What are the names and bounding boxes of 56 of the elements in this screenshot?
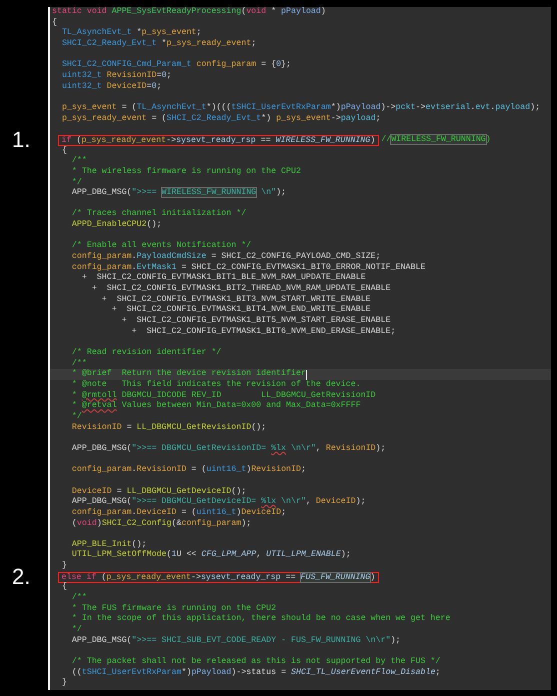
- code-line: * The FUS firmware is running on the CPU2: [70, 604, 276, 614]
- code-line: (void)SHCI_C2_Config(&config_param);: [70, 518, 252, 530]
- code-line: static void APPE_SysEvtReadyProcessing(void * pPayload): [52, 7, 326, 18]
- code-line: SHCI_C2_CONFIG_Cmd_Param_t config_param = {0};: [60, 60, 292, 71]
- code-line: + SHCI_C2_CONFIG_EVTMASK1_BIT1_BLE_NVM_RAM_UPDATE_ENABLE: [80, 273, 366, 284]
- code-line: TL_AsynchEvt_t *p_sys_event;: [60, 28, 202, 39]
- code-line: config_param.PayloadCmdSize = SHCI_C2_CONFIG_PAYLOAD_CMD_SIZE;: [70, 252, 381, 263]
- code-line: /**: [70, 593, 87, 604]
- code-line: uint32_t RevisionID=0;: [60, 70, 172, 82]
- code-line: * @brief Return the device revision identifier: [70, 369, 306, 380]
- code-line: */: [70, 178, 82, 188]
- code-line: APP_DBG_MSG(">>== DBGMCU_GetRevisionID= %lx \n\r", RevisionID);: [70, 444, 386, 455]
- text-cursor: [306, 370, 307, 380]
- callout-number: 2.: [12, 565, 30, 590]
- code-line: /* Traces channel initialization */: [70, 209, 246, 220]
- code-line: * @rmtoll DBGMCU_IDCODE REV_ID LL_DBGMCU_GetRevisionID: [70, 390, 376, 401]
- code-line: ((tSHCI_UserEvtRxParam*)pPayload)->status = SHCI_TL_UserEventFlow_Disable;: [70, 668, 440, 678]
- code-line: UTIL_LPM_SetOffMode(1U << CFG_LPM_APP, UTIL_LPM_ENABLE);: [70, 550, 351, 562]
- code-line: * In the scope of this application, there should be no case when we get here: [70, 614, 450, 625]
- code-line: * The wireless firmware is running on the CPU2: [70, 166, 301, 178]
- code-line: APP_DBG_MSG(">>== WIRELESS_FW_RUNNING \n");: [70, 188, 286, 199]
- code-line: }: [60, 678, 67, 690]
- code-line: */: [70, 412, 82, 423]
- code-line: + SHCI_C2_CONFIG_EVTMASK1_BIT5_NVM_START_ERASE_ENABLE: [120, 316, 391, 327]
- code-line: + SHCI_C2_CONFIG_EVTMASK1_BIT3_NVM_START_WRITE_ENABLE: [100, 294, 371, 306]
- code-line: * @retval Values between Min_Data=0x00 and Max_Data=0xFFFF: [70, 401, 361, 412]
- code-line: {: [60, 582, 67, 594]
- code-line: */: [70, 625, 82, 636]
- code-line: + SHCI_C2_CONFIG_EVTMASK1_BIT2_THREAD_NVM_RAM_UPDATE_ENABLE: [90, 284, 391, 295]
- code-line: config_param.EvtMask1 = SHCI_C2_CONFIG_EVTMASK1_BIT0_ERROR_NOTIF_ENABLE: [70, 262, 426, 274]
- callout-number: 1.: [12, 128, 30, 152]
- code-line: /* Read revision identifier */: [70, 348, 222, 359]
- code-line: /* Enable all events Notification */: [70, 241, 252, 252]
- code-line: uint32_t DeviceID=0;: [60, 82, 162, 92]
- code-line: APP_DBG_MSG(">>== SHCI_SUB_EVT_CODE_READY - FUS_FW_RUNNING \n\r");: [70, 636, 401, 646]
- code-line: APPD_EnableCPU2();: [70, 220, 162, 231]
- code-line: }: [60, 561, 67, 572]
- code-line: /**: [70, 156, 87, 167]
- annotation-box: else if (p_sys_ready_event->sysevt_ready_rsp == FUS_FW_RUNNING): [58, 572, 380, 583]
- code-line: p_sys_ready_event = (SHCI_C2_Ready_Evt_t*) p_sys_event->payload;: [60, 114, 381, 124]
- code-line: RevisionID = LL_DBGMCU_GetRevisionID();: [70, 422, 266, 434]
- code-line: + SHCI_C2_CONFIG_EVTMASK1_BIT6_NVM_END_ERASE_ENABLE;: [130, 326, 396, 338]
- code-line: p_sys_event = (TL_AsynchEvt_t*)(((tSHCI_UserEvtRxParam*)pPayload)->pckt->evtserial.evt.payload);: [60, 102, 540, 114]
- code-line: APP_DBG_MSG(">>== DBGMCU_GetDeviceID= %lx \n\r", DeviceID);: [70, 497, 366, 508]
- code-line: {: [52, 18, 57, 28]
- code-line: SHCI_C2_Ready_Evt_t *p_sys_ready_event;: [60, 38, 256, 50]
- code-line: config_param.DeviceID = (uint16_t)DeviceID;: [70, 508, 286, 519]
- code-line: config_param.RevisionID = (uint16_t)RevisionID;: [70, 465, 306, 476]
- code-line: + SHCI_C2_CONFIG_EVTMASK1_BIT4_NVM_END_WRITE_ENABLE: [110, 305, 371, 316]
- code-line: {: [60, 146, 67, 156]
- annotation-box: if (p_sys_ready_event->sysevt_ready_rsp == WIRELESS_FW_RUNNING): [58, 134, 380, 146]
- code-line: /* The packet shall not be released as this is not supported by the FUS */: [70, 657, 440, 668]
- code-line: * @note This field indicates the revision of the device.: [70, 380, 361, 391]
- code-line: /**: [70, 358, 87, 369]
- code-line: APP_BLE_Init();: [70, 540, 147, 550]
- code-line: DeviceID = LL_DBGMCU_GetDeviceID();: [70, 486, 246, 497]
